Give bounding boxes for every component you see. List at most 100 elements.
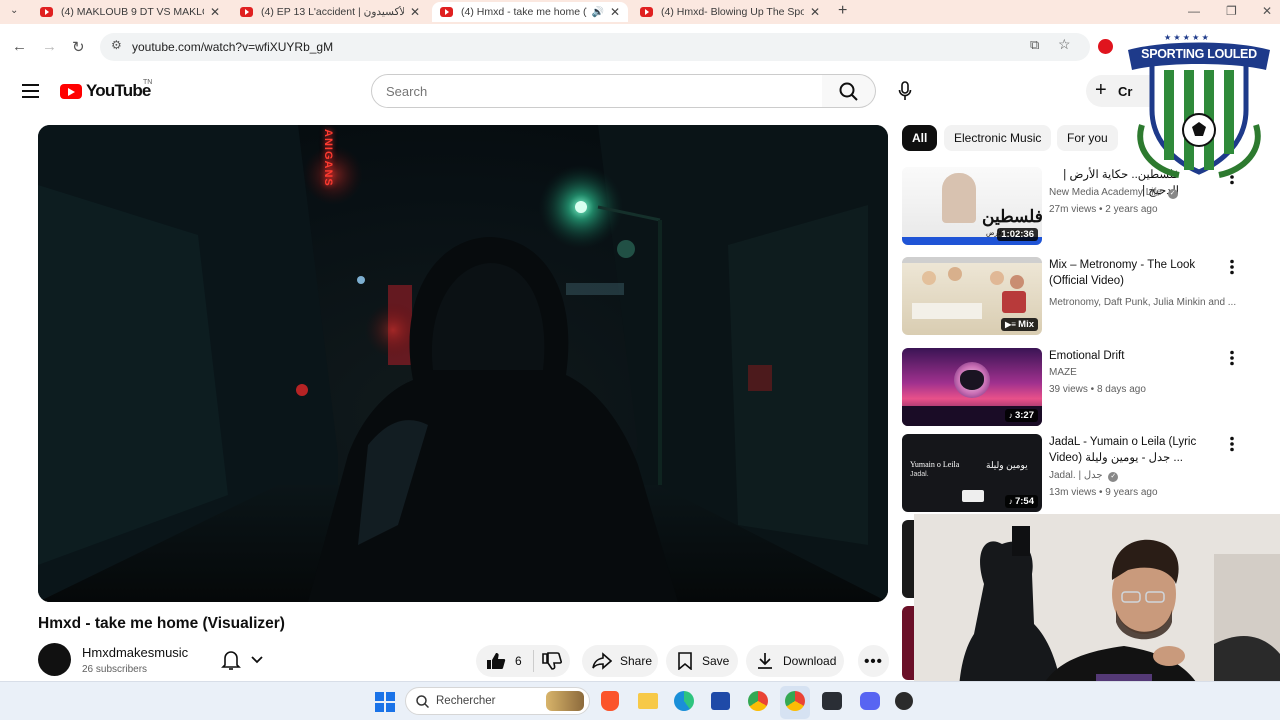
thumbnail-logo: [962, 490, 984, 502]
subscriber-count: 26 subscribers: [82, 664, 148, 675]
recommendation-title[interactable]: Mix – Metronomy - The Look (Official Vid…: [1049, 257, 1229, 289]
recommendation-title[interactable]: Emotional Drift: [1049, 348, 1229, 364]
close-tab-icon[interactable]: ✕: [210, 5, 220, 19]
channel-name[interactable]: Hmxdmakesmusic: [82, 645, 188, 660]
discord-icon[interactable]: [860, 692, 880, 710]
windows-start-icon[interactable]: [375, 692, 395, 712]
country-code: TN: [143, 79, 153, 86]
thumbnail-person: [922, 271, 936, 285]
search-input[interactable]: [386, 75, 806, 107]
recommendation-item[interactable]: ♪ 3:27 Emotional Drift MAZE 39 views • 8…: [902, 348, 1242, 428]
thumbnail-artist: Jadal.: [910, 471, 929, 478]
chip-for-you[interactable]: For you: [1057, 125, 1118, 151]
maximize-icon[interactable]: ❐: [1226, 4, 1237, 18]
reload-icon[interactable]: ↻: [72, 38, 85, 56]
recommendation-item[interactable]: Yumain o Leila Jadal. يومين وليلة ♪ 7:54…: [902, 434, 1242, 514]
windows-taskbar: Rechercher: [0, 681, 1280, 720]
save-button[interactable]: Save: [666, 645, 738, 677]
more-vertical-icon[interactable]: [1229, 350, 1235, 371]
share-label: Share: [620, 654, 653, 668]
android-app-icon[interactable]: [822, 692, 842, 710]
like-count: 6: [515, 654, 522, 668]
thumbnail-arabic-title: يومين وليلة: [986, 460, 1028, 470]
chip-electronic-music[interactable]: Electronic Music: [944, 125, 1052, 151]
youtube-wordmark[interactable]: YouTube: [86, 81, 151, 101]
browser-tab-3-active[interactable]: (4) Hmxd - take me home (Visualizer) 🔊 ✕: [432, 2, 628, 22]
thumbnail-person: [1010, 275, 1024, 289]
more-vertical-icon[interactable]: [1229, 259, 1235, 280]
thumbnail-person: [948, 267, 962, 281]
voice-search-button[interactable]: [886, 74, 924, 108]
chip-all[interactable]: All: [902, 125, 938, 151]
search-box[interactable]: [371, 74, 823, 108]
edge-browser-icon[interactable]: [674, 691, 694, 711]
download-arrow-icon: [758, 653, 772, 669]
taskbar-search-box[interactable]: Rechercher: [405, 687, 590, 715]
browser-tab-title: (4) Hmxd- Blowing Up The Spot: [661, 6, 804, 18]
url-text[interactable]: youtube.com/watch?v=wfiXUYRb_gM: [132, 40, 333, 54]
thumbnail-title: Yumain o Leila: [910, 460, 960, 469]
download-button[interactable]: Download: [746, 645, 844, 677]
search-highlight-image: [546, 691, 584, 711]
channel-avatar[interactable]: [38, 643, 71, 676]
download-label: Download: [783, 654, 837, 668]
youtube-logo-icon[interactable]: [60, 84, 82, 99]
brave-browser-icon[interactable]: [601, 691, 619, 711]
recommendation-channel[interactable]: New Media Academy Life ✓: [1049, 187, 1239, 199]
recommendation-item[interactable]: ▶≡ Mix Mix – Metronomy - The Look (Offic…: [902, 257, 1242, 337]
back-arrow-icon[interactable]: ←: [12, 38, 27, 55]
notification-bell-button[interactable]: [220, 648, 266, 677]
audio-playing-icon[interactable]: 🔊: [591, 7, 603, 18]
more-actions-button[interactable]: •••: [858, 645, 889, 677]
recommendation-channel[interactable]: MAZE: [1049, 367, 1239, 378]
site-info-icon[interactable]: ⚙: [111, 38, 122, 52]
browser-tab-title: (4) EP 13 L'accident | الأكسيدون: [261, 6, 404, 18]
chrome-active-icon[interactable]: [785, 691, 805, 711]
video-thumbnail[interactable]: فلسطين حكاية الأرض 1:02:36: [902, 167, 1042, 245]
media-player-icon[interactable]: [895, 692, 913, 710]
tab-search-chevron-icon[interactable]: ⌄: [10, 5, 18, 16]
sporting-louled-badge-logo: ★ ★ ★ ★ ★ SPORTING LOULED: [1124, 30, 1274, 180]
store-icon[interactable]: [711, 692, 730, 710]
file-explorer-icon[interactable]: [638, 693, 658, 709]
recommendation-title[interactable]: JadaL - Yumain o Leila (Lyric Video) جدل…: [1049, 434, 1229, 466]
save-label: Save: [702, 654, 730, 668]
chrome-icon[interactable]: [748, 691, 768, 711]
install-app-icon[interactable]: ⧉: [1030, 37, 1039, 53]
browser-tab-2[interactable]: (4) EP 13 L'accident | الأكسيدون ✕: [232, 2, 428, 22]
like-divider: [532, 650, 534, 672]
close-tab-icon[interactable]: ✕: [810, 5, 820, 19]
close-window-icon[interactable]: ✕: [1262, 4, 1272, 18]
video-thumbnail[interactable]: Yumain o Leila Jadal. يومين وليلة ♪ 7:54: [902, 434, 1042, 512]
hamburger-menu-icon[interactable]: [22, 84, 39, 98]
bookmark-save-icon: [678, 652, 692, 670]
bookmark-star-icon[interactable]: ☆: [1058, 36, 1071, 53]
address-bar[interactable]: ⚙ youtube.com/watch?v=wfiXUYRb_gM ⧉ ☆: [100, 33, 1090, 61]
more-vertical-icon[interactable]: [1229, 436, 1235, 457]
search-button[interactable]: [822, 74, 876, 108]
recommendation-meta: 13m views • 9 years ago: [1049, 487, 1158, 498]
youtube-header: YouTube TN + Cr: [0, 70, 1280, 114]
share-arrow-icon: [592, 652, 612, 670]
forward-arrow-icon[interactable]: →: [42, 38, 57, 55]
recommendation-channel[interactable]: Jadal. | جدل ✓: [1049, 470, 1239, 482]
minimize-icon[interactable]: —: [1188, 4, 1200, 18]
thumbnail-keyboard: [912, 303, 982, 319]
video-thumbnail[interactable]: ♪ 3:27: [902, 348, 1042, 426]
browser-tab-4[interactable]: (4) Hmxd- Blowing Up The Spot ✕: [632, 2, 828, 22]
browser-tab-1[interactable]: (4) MAKLOUB 9 DT VS MAKLOUB ✕: [32, 2, 228, 22]
recommendation-channel[interactable]: Metronomy, Daft Punk, Julia Minkin and .…: [1049, 297, 1239, 308]
close-tab-icon[interactable]: ✕: [610, 5, 620, 19]
close-tab-icon[interactable]: ✕: [410, 5, 420, 19]
video-thumbnail[interactable]: ▶≡ Mix: [902, 257, 1042, 335]
video-player[interactable]: ANIGANS: [38, 125, 888, 602]
thumbs-up-icon[interactable]: [486, 652, 506, 670]
verified-check-icon: ✓: [1167, 189, 1178, 199]
youtube-favicon-icon: [40, 7, 53, 17]
opera-extension-icon[interactable]: [1098, 39, 1113, 54]
share-button[interactable]: Share: [582, 645, 658, 677]
thumbnail-cat: [960, 370, 984, 390]
thumbs-down-icon[interactable]: [541, 652, 562, 670]
new-tab-button[interactable]: +: [838, 2, 847, 20]
badge-text: SPORTING LOULED: [1141, 47, 1257, 61]
